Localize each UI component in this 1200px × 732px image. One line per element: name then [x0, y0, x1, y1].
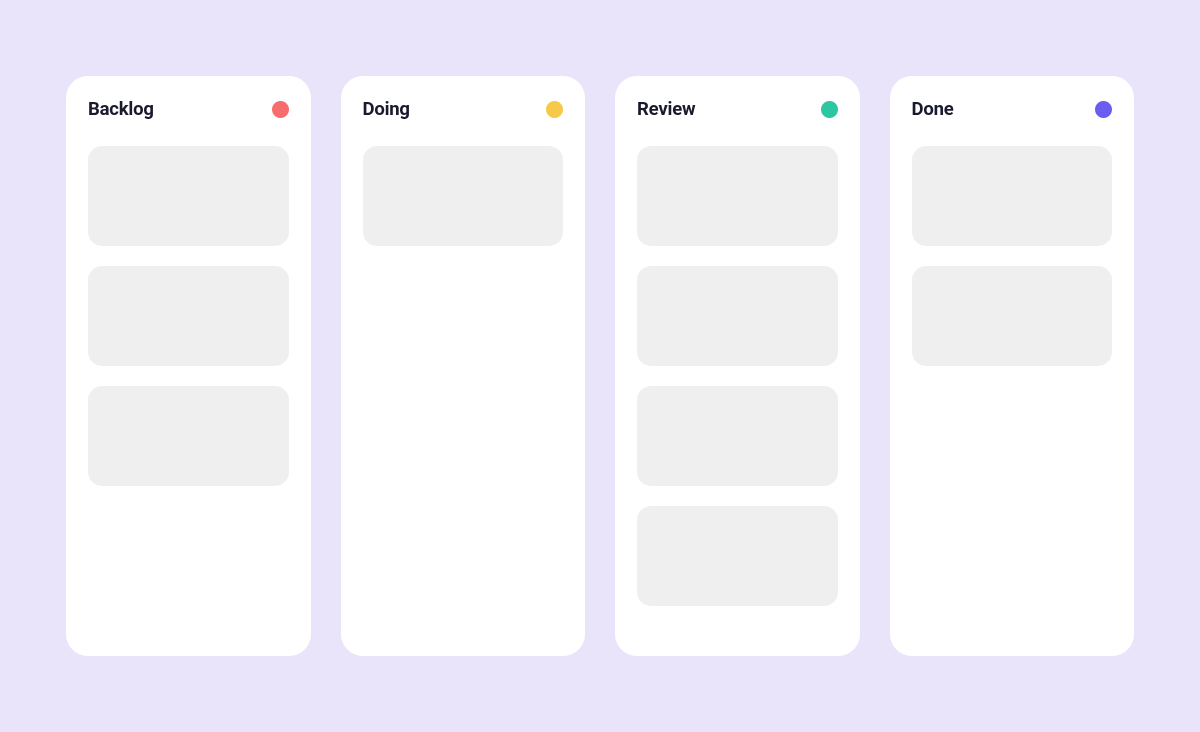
- column-title: Done: [912, 98, 954, 120]
- status-dot-icon: [272, 101, 289, 118]
- card-item[interactable]: [363, 146, 564, 246]
- column-title: Backlog: [88, 98, 154, 120]
- card-list: [637, 146, 838, 606]
- card-list: [363, 146, 564, 246]
- column-done[interactable]: Done: [890, 76, 1135, 656]
- status-dot-icon: [1095, 101, 1112, 118]
- card-list: [912, 146, 1113, 366]
- column-title: Doing: [363, 98, 410, 120]
- column-doing[interactable]: Doing: [341, 76, 586, 656]
- kanban-board: Backlog Doing Review Don: [66, 76, 1134, 656]
- card-item[interactable]: [637, 506, 838, 606]
- column-title: Review: [637, 98, 695, 120]
- column-backlog[interactable]: Backlog: [66, 76, 311, 656]
- card-item[interactable]: [637, 146, 838, 246]
- status-dot-icon: [546, 101, 563, 118]
- card-list: [88, 146, 289, 486]
- status-dot-icon: [821, 101, 838, 118]
- card-item[interactable]: [88, 146, 289, 246]
- card-item[interactable]: [637, 386, 838, 486]
- column-review[interactable]: Review: [615, 76, 860, 656]
- card-item[interactable]: [912, 146, 1113, 246]
- column-header: Doing: [363, 98, 564, 120]
- card-item[interactable]: [912, 266, 1113, 366]
- card-item[interactable]: [88, 386, 289, 486]
- column-header: Done: [912, 98, 1113, 120]
- column-header: Review: [637, 98, 838, 120]
- card-item[interactable]: [637, 266, 838, 366]
- column-header: Backlog: [88, 98, 289, 120]
- card-item[interactable]: [88, 266, 289, 366]
